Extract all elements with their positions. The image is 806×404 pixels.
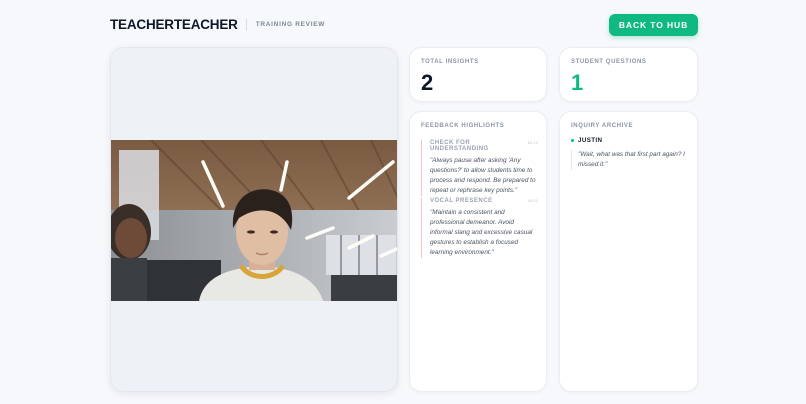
video-player[interactable] bbox=[110, 47, 398, 392]
feedback-item-timestamp[interactable]: 00:21 bbox=[528, 199, 538, 203]
video-still-image bbox=[111, 140, 397, 301]
feedback-highlights-label: FEEDBACK HIGHLIGHTS bbox=[421, 123, 505, 129]
feedback-item-title: CHECK FOR UNDERSTANDING bbox=[430, 140, 489, 152]
brand-logo: TEACHERTEACHER bbox=[110, 17, 238, 32]
feedback-item[interactable]: CHECK FOR UNDERSTANDING 00:14 "Always pa… bbox=[421, 140, 538, 196]
feedback-highlights-card: FEEDBACK HIGHLIGHTS CHECK FOR UNDERSTAND… bbox=[409, 111, 547, 392]
feedback-item-title: VOCAL PRESENCE bbox=[430, 198, 493, 204]
feedback-item-text: "Always pause after asking 'Any question… bbox=[430, 157, 536, 194]
feedback-item-text: "Maintain a consistent and professional … bbox=[430, 209, 533, 256]
student-questions-label: STUDENT QUESTIONS bbox=[571, 59, 647, 65]
green-dot-icon bbox=[571, 139, 574, 142]
brand-divider bbox=[245, 18, 247, 31]
back-to-hub-button[interactable]: BACK TO HUB bbox=[609, 14, 698, 36]
feedback-item-timestamp[interactable]: 00:14 bbox=[528, 141, 538, 145]
total-insights-label: TOTAL INSIGHTS bbox=[421, 59, 479, 65]
student-questions-card: STUDENT QUESTIONS 1 bbox=[559, 47, 698, 102]
inquiry-archive-card: INQUIRY ARCHIVE JUSTIN "Wait, what was t… bbox=[559, 111, 698, 392]
total-insights-value: 2 bbox=[421, 70, 434, 95]
inquiry-item[interactable]: JUSTIN "Wait, what was that first part a… bbox=[571, 137, 691, 170]
video-frame[interactable] bbox=[111, 140, 397, 301]
inquiry-student-name: JUSTIN bbox=[578, 137, 603, 144]
page-subtitle: TRAINING REVIEW bbox=[255, 21, 326, 28]
inquiry-question-text: "Wait, what was that first part again? I… bbox=[571, 150, 691, 170]
student-questions-value: 1 bbox=[571, 70, 584, 95]
inquiry-archive-label: INQUIRY ARCHIVE bbox=[571, 123, 634, 129]
feedback-item[interactable]: VOCAL PRESENCE 00:21 "Maintain a consist… bbox=[421, 198, 538, 258]
brand: TEACHERTEACHER TRAINING REVIEW bbox=[110, 17, 325, 32]
total-insights-card: TOTAL INSIGHTS 2 bbox=[409, 47, 547, 102]
